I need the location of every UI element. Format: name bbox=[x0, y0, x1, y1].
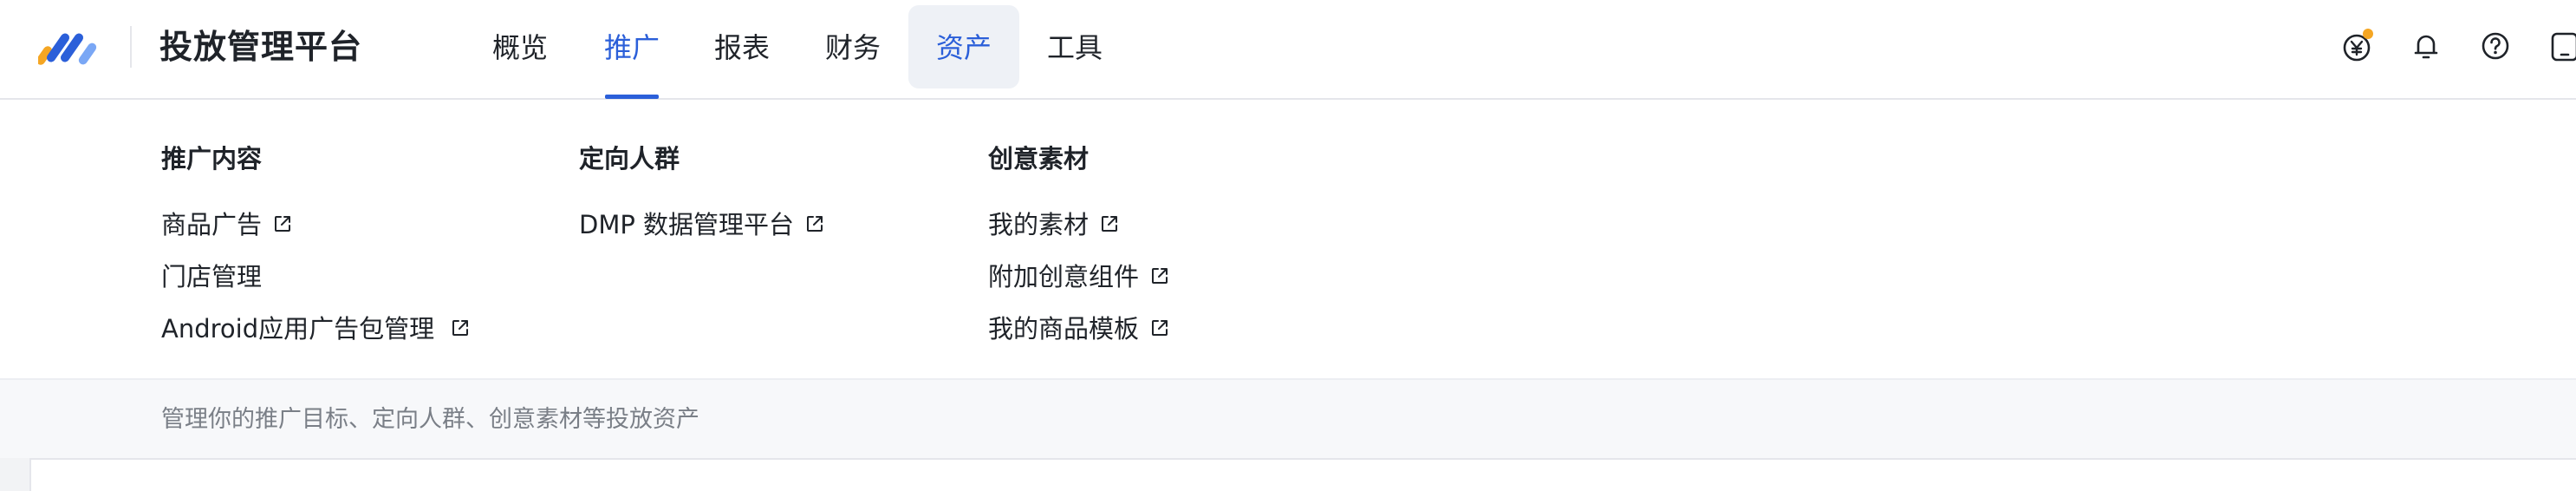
device-icon[interactable] bbox=[2545, 26, 2576, 66]
nav-active-underline bbox=[605, 95, 659, 99]
dropdown-footer: 管理你的推广目标、定向人群、创意素材等投放资产 bbox=[0, 378, 2576, 458]
nav-assets[interactable]: 资产 bbox=[931, 0, 997, 100]
external-link-icon bbox=[1102, 216, 1118, 232]
menu-link-my-product-templates[interactable]: 我的商品模板 bbox=[988, 310, 1170, 348]
column-title-targeting-audience: 定向人群 bbox=[579, 144, 680, 173]
menu-link-my-materials[interactable]: 我的素材 bbox=[988, 206, 1120, 244]
menu-link-label: 门店管理 bbox=[161, 262, 263, 291]
menu-link-additional-creative-components[interactable]: 附加创意组件 bbox=[988, 258, 1170, 296]
yuan-icon[interactable] bbox=[2337, 26, 2377, 66]
menu-link-label: 商品广告 bbox=[161, 210, 263, 239]
nav-tools[interactable]: 工具 bbox=[1042, 0, 1108, 100]
nav-finance[interactable]: 财务 bbox=[820, 0, 886, 100]
bell-icon[interactable] bbox=[2406, 26, 2446, 66]
menu-link-product-ads[interactable]: 商品广告 bbox=[161, 206, 293, 244]
menu-link-label: 附加创意组件 bbox=[988, 262, 1140, 291]
nav-promotion[interactable]: 推广 bbox=[598, 0, 666, 100]
menu-link-label: 我的素材 bbox=[988, 210, 1090, 239]
dropdown-description: 管理你的推广目标、定向人群、创意素材等投放资产 bbox=[161, 406, 699, 433]
external-link-icon bbox=[275, 216, 291, 232]
platform-title: 投放管理平台 bbox=[159, 28, 363, 66]
help-icon[interactable] bbox=[2475, 26, 2515, 66]
menu-link-label: 我的商品模板 bbox=[988, 314, 1140, 344]
column-title-promotion-content: 推广内容 bbox=[161, 144, 263, 173]
nav-overview[interactable]: 概览 bbox=[487, 0, 553, 100]
menu-link-android-app-ad-package[interactable]: Android应用广告包管理 bbox=[161, 310, 471, 348]
menu-link-store-management[interactable]: 门店管理 bbox=[161, 258, 262, 296]
menu-link-label: DMP 数据管理平台 bbox=[579, 210, 795, 239]
external-link-icon bbox=[452, 320, 469, 336]
external-link-icon bbox=[807, 216, 823, 232]
page-content-card bbox=[29, 458, 2576, 491]
brand-divider bbox=[130, 26, 132, 68]
nav-reports[interactable]: 报表 bbox=[709, 0, 775, 100]
column-title-creative-materials: 创意素材 bbox=[988, 144, 1090, 173]
top-header: 投放管理平台 概览 推广 报表 财务 资产 工具 bbox=[0, 0, 2576, 100]
brand-logo-icon[interactable] bbox=[38, 26, 104, 68]
notification-dot bbox=[2363, 29, 2373, 39]
menu-link-dmp-platform[interactable]: DMP 数据管理平台 bbox=[579, 206, 825, 244]
promotion-dropdown-panel: 推广内容 商品广告 门店管理 Android应用广告包管理 定向人群 DMP 数… bbox=[0, 101, 2576, 459]
external-link-icon bbox=[1152, 320, 1168, 336]
menu-link-label: Android应用广告包管理 bbox=[161, 314, 435, 344]
external-link-icon bbox=[1152, 268, 1168, 284]
